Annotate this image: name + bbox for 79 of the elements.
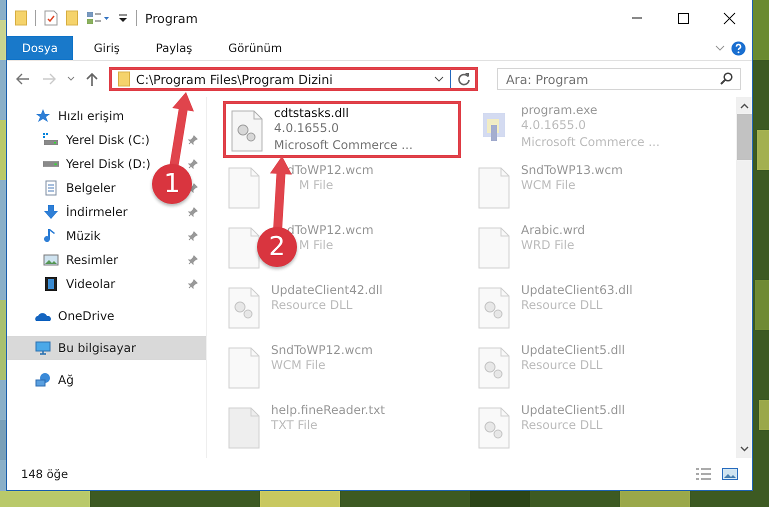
ribbon-tab[interactable]: Görünüm <box>213 36 298 60</box>
scroll-thumb[interactable] <box>736 114 752 160</box>
refresh-icon[interactable] <box>457 72 471 86</box>
download-icon <box>43 204 59 220</box>
file-detail: WCM File <box>521 177 576 194</box>
large-icons-view-icon[interactable] <box>722 467 738 481</box>
file-detail: Resource DLL <box>271 297 354 314</box>
sidebar-item[interactable]: İndirmeler <box>66 205 128 219</box>
file-detail: Microsoft Commerce ... <box>521 134 660 151</box>
sidebar-item[interactable]: Hızlı erişim <box>7 104 206 128</box>
file-item[interactable]: cdtstasks.dll 4.0.1655.0 Microsoft Commerce ... <box>223 101 461 158</box>
drive-icon <box>43 132 59 148</box>
file-icon <box>477 167 511 209</box>
details-view-icon[interactable] <box>695 467 712 481</box>
file-icon <box>477 227 511 269</box>
gear-file-icon <box>477 407 511 449</box>
gear-file-icon <box>477 347 511 389</box>
back-button[interactable] <box>15 71 31 87</box>
help-icon[interactable] <box>731 40 746 56</box>
document-icon <box>43 180 59 196</box>
sidebar-item[interactable]: Yerel Disk (C:) <box>66 133 150 147</box>
ribbon-tab[interactable]: Giriş <box>78 36 135 60</box>
file-detail: 4.0.1655.0 <box>521 117 587 134</box>
pin-icon[interactable] <box>188 207 198 217</box>
file-detail: WCM File <box>271 357 326 374</box>
file-detail: M File <box>298 237 334 254</box>
folder-icon <box>118 71 130 87</box>
ribbon-tab[interactable]: Paylaş <box>140 36 208 60</box>
file-name[interactable]: cdtstasks.dll <box>274 106 413 120</box>
sidebar-item[interactable]: OneDrive <box>7 304 206 328</box>
ribbon-tab[interactable]: Dosya <box>7 36 73 60</box>
scrollbar[interactable] <box>736 97 752 458</box>
pin-icon[interactable] <box>188 279 198 289</box>
customize-toolbar-icon[interactable] <box>118 13 128 23</box>
gear-file-icon <box>477 287 511 329</box>
properties-icon[interactable] <box>44 10 58 26</box>
sidebar-item[interactable]: Videolar <box>66 277 116 291</box>
sidebar-item[interactable]: Bu bilgisayar <box>7 336 206 360</box>
dropdown-icon[interactable] <box>434 75 444 83</box>
search-icon[interactable] <box>720 72 733 85</box>
recent-locations-icon[interactable] <box>67 75 75 83</box>
file-detail: M File <box>298 177 334 194</box>
file-detail: Microsoft Commerce ... <box>274 137 413 154</box>
file-detail: Resource DLL <box>521 357 604 374</box>
file-detail: TXT File <box>271 417 319 434</box>
view-dropdown-icon[interactable] <box>86 11 110 25</box>
file-icon <box>227 167 261 209</box>
sidebar-item[interactable]: Resimler <box>66 253 118 267</box>
computer-icon <box>35 340 51 356</box>
file-icon <box>227 407 261 449</box>
search-field[interactable]: Ara: Program <box>497 68 741 90</box>
image-icon <box>43 252 59 268</box>
scroll-up-icon[interactable] <box>740 103 748 109</box>
file-detail: WRD File <box>521 237 576 254</box>
address-bar[interactable]: C:\Program Files\Program Dizini <box>109 67 478 91</box>
file-icon <box>227 227 261 269</box>
pin-icon[interactable] <box>188 255 198 265</box>
sidebar-item[interactable]: Yerel Disk (D:) <box>66 157 151 171</box>
pin-icon[interactable] <box>188 231 198 241</box>
sidebar-item[interactable]: Belgeler <box>66 181 116 195</box>
gear-file-icon <box>227 287 261 329</box>
file-detail: Resource DLL <box>521 297 604 314</box>
up-button[interactable] <box>85 71 99 87</box>
gear-file-icon <box>230 110 264 152</box>
star-icon <box>35 108 51 124</box>
file-icon <box>227 347 261 389</box>
pin-icon[interactable] <box>188 135 198 145</box>
file-detail: Resource DLL <box>521 417 604 434</box>
window-title: Program <box>145 10 198 26</box>
item-count: 148 öğe <box>21 467 68 481</box>
expand-ribbon-icon[interactable] <box>715 44 725 52</box>
file-detail: 4.0.1655.0 <box>274 120 340 137</box>
network-icon <box>35 372 51 388</box>
video-icon <box>43 276 59 292</box>
pin-icon[interactable] <box>188 159 198 169</box>
sidebar-item[interactable]: Müzik <box>66 229 101 243</box>
sidebar-item[interactable]: Ağ <box>7 368 206 392</box>
address-path: C:\Program Files\Program Dizini <box>136 72 334 86</box>
scroll-down-icon[interactable] <box>740 446 748 452</box>
